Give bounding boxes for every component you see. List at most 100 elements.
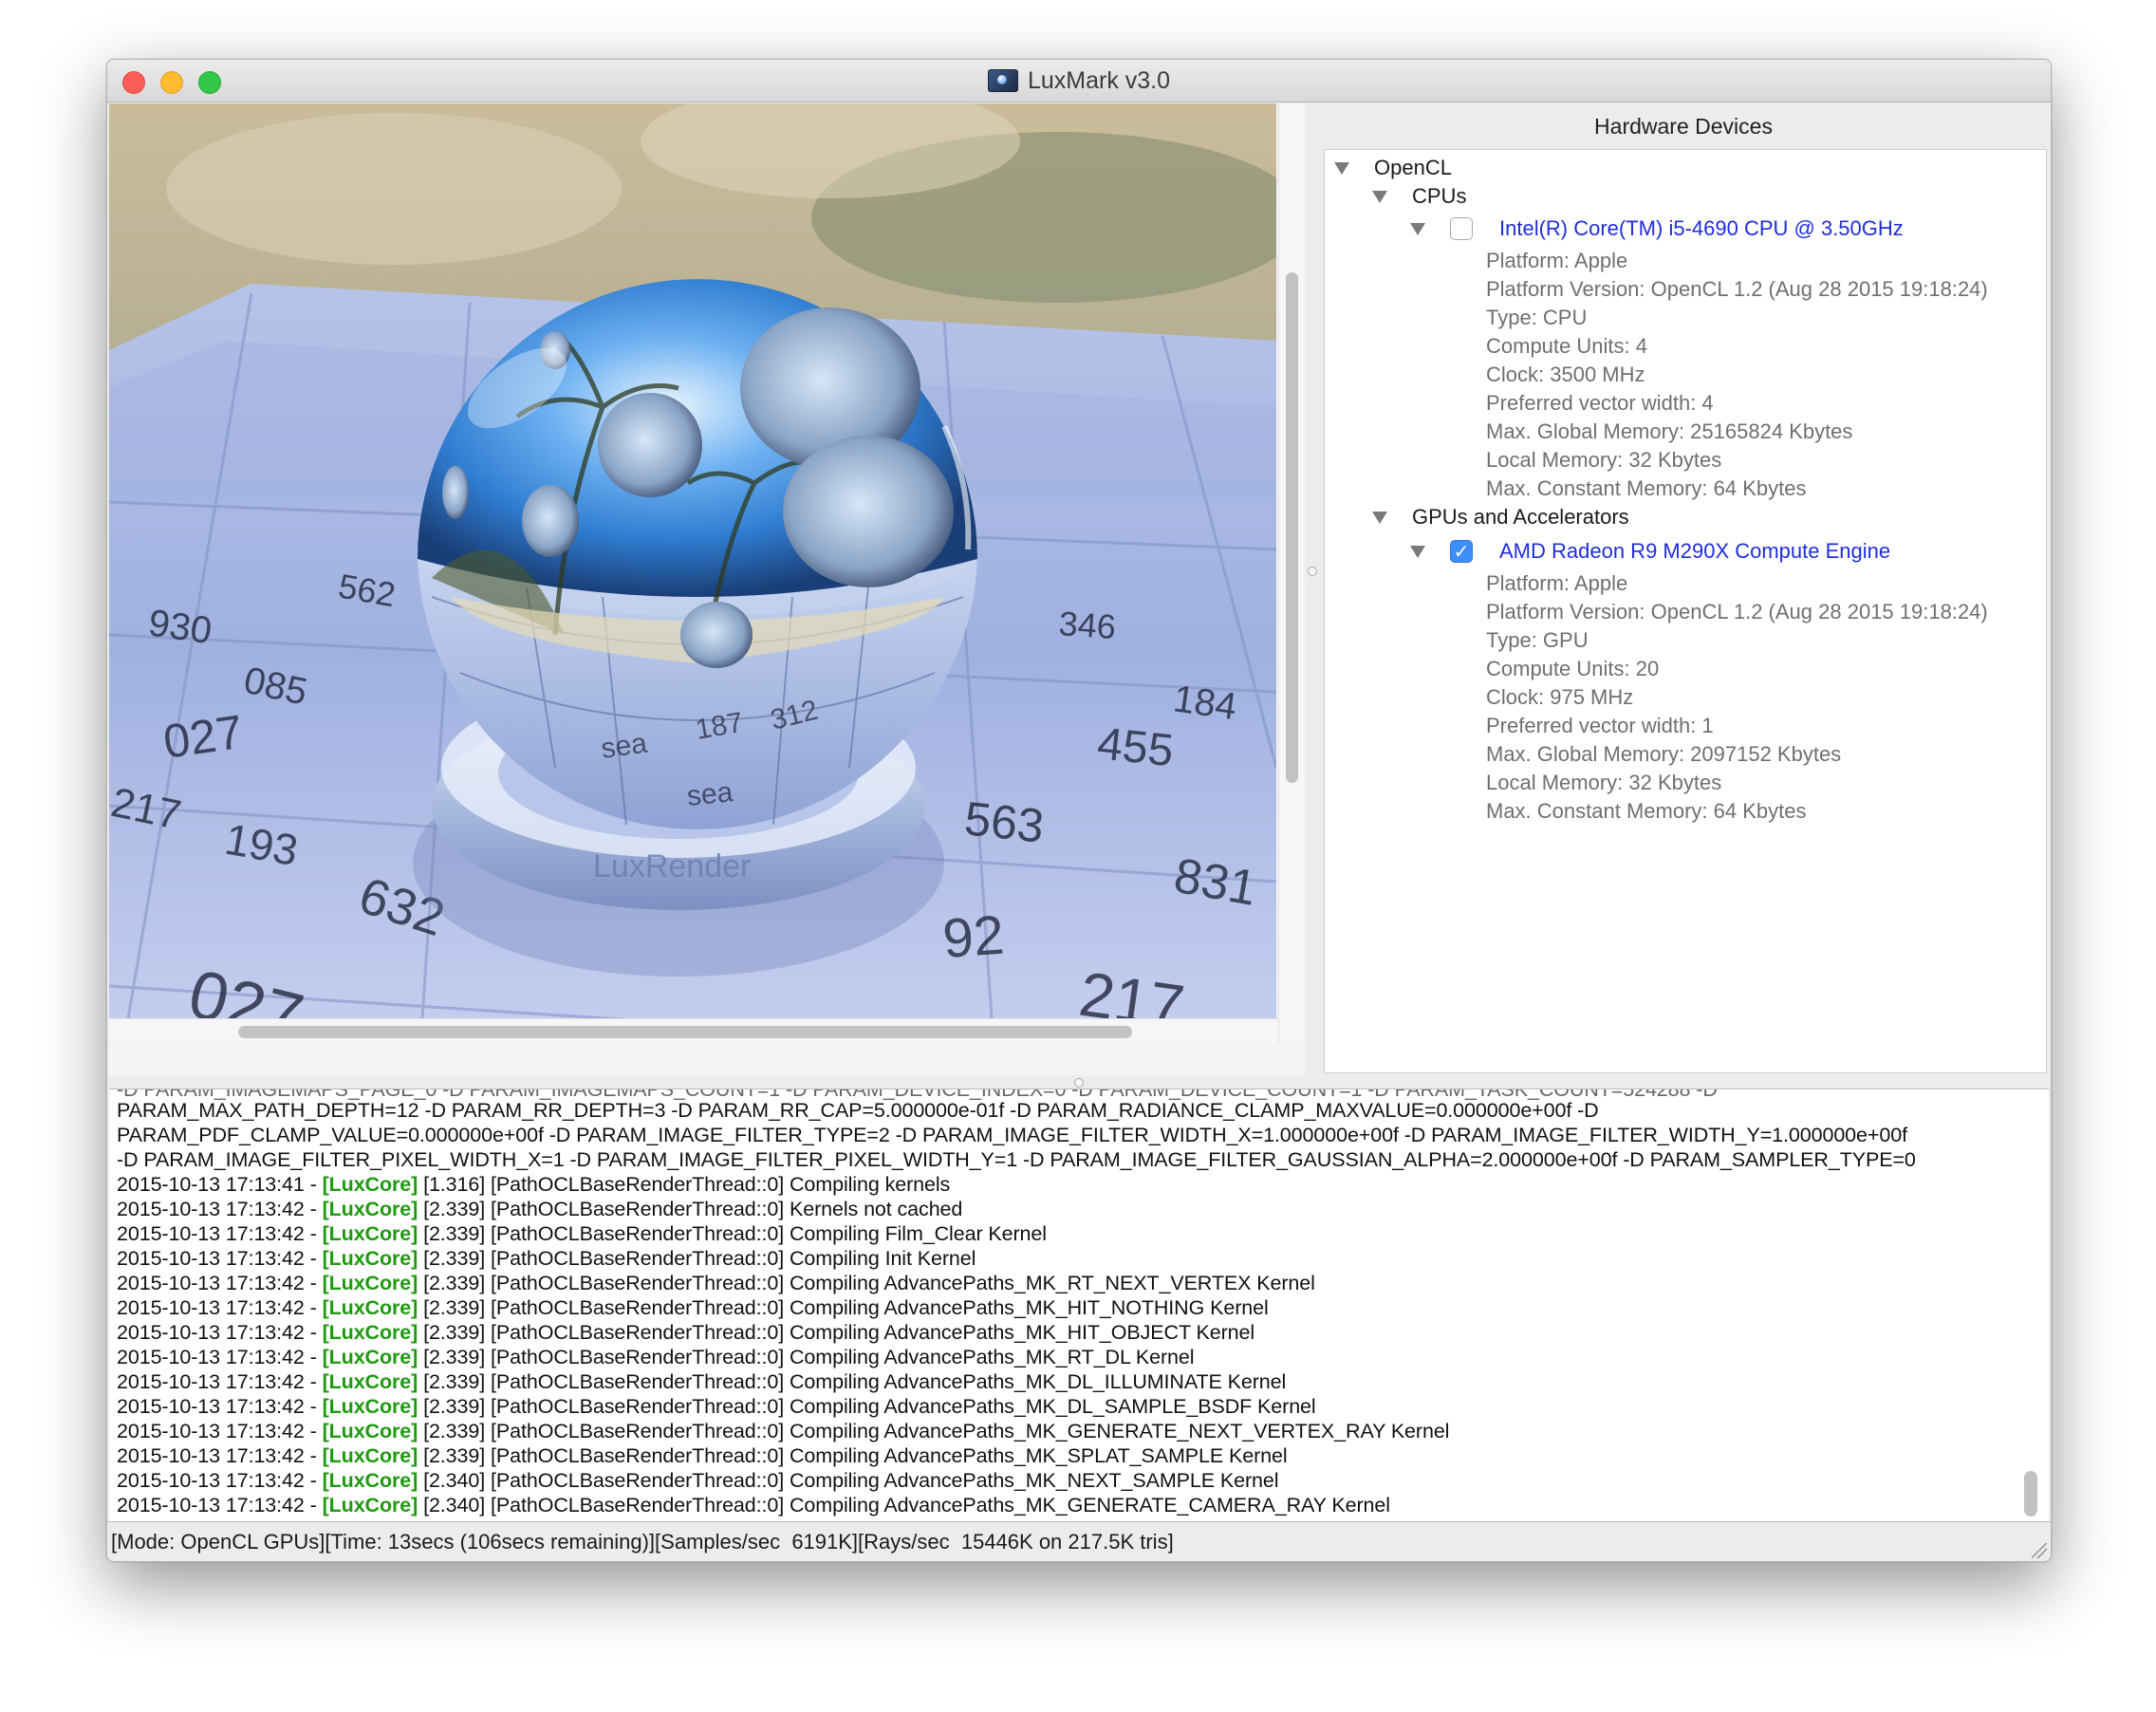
log-line: 2015-10-13 17:13:42 - [LuxCore] [2.339] …: [117, 1272, 1315, 1296]
log-line: 2015-10-13 17:13:42 - [LuxCore] [2.339] …: [117, 1444, 1288, 1469]
window-title-area: LuxMark v3.0: [107, 60, 2051, 102]
log-tag: [LuxCore]: [322, 1222, 418, 1245]
render-horizontal-scrollbar[interactable]: [109, 1018, 1278, 1044]
device-property: Type: CPU: [1486, 306, 1588, 329]
floor-number: 184: [1171, 678, 1239, 728]
log-line: -D PARAM_IMAGE_FILTER_PIXEL_WIDTH_X=1 -D…: [117, 1148, 1916, 1171]
log-timestamp: 2015-10-13 17:13:42 -: [117, 1296, 323, 1319]
log-tag: [LuxCore]: [322, 1494, 418, 1517]
device-property: Max. Global Memory: 25165824 Kbytes: [1486, 419, 1853, 443]
tree-node-cpu-device[interactable]: Intel(R) Core(TM) i5-4690 CPU @ 3.50GHz: [1410, 214, 1904, 243]
log-timestamp: 2015-10-13 17:13:42 -: [117, 1469, 323, 1492]
log-line: 2015-10-13 17:13:41 - [LuxCore] [1.316] …: [117, 1173, 950, 1198]
log-timestamp: 2015-10-13 17:13:42 -: [117, 1494, 323, 1517]
log-tag: [LuxCore]: [322, 1420, 418, 1442]
log-line: 2015-10-13 17:13:42 - [LuxCore] [2.339] …: [117, 1198, 962, 1222]
window-title: LuxMark v3.0: [1027, 66, 1171, 94]
log-line: 2015-10-13 17:13:42 - [LuxCore] [2.339] …: [117, 1370, 1286, 1395]
title-bar: LuxMark v3.0: [107, 60, 2051, 102]
tree-node-label: GPUs and Accelerators: [1412, 505, 1629, 529]
horizontal-splitter[interactable]: [107, 1075, 2051, 1089]
log-timestamp: 2015-10-13 17:13:42 -: [117, 1420, 323, 1442]
log-message: [2.339] [PathOCLBaseRenderThread::0] Com…: [418, 1444, 1288, 1467]
sphere-number: sea: [599, 727, 649, 764]
hardware-tree[interactable]: OpenCL CPUs Intel(R) Core(TM) i5-4690 CP…: [1324, 149, 2047, 1073]
log-line: 2015-10-13 17:13:42 - [LuxCore] [2.339] …: [117, 1346, 1195, 1370]
tree-node-gpu-device[interactable]: ✓ AMD Radeon R9 M290X Compute Engine: [1410, 537, 1890, 566]
log-line: 2015-10-13 17:13:42 - [LuxCore] [2.340] …: [117, 1494, 1390, 1518]
device-name[interactable]: Intel(R) Core(TM) i5-4690 CPU @ 3.50GHz: [1499, 216, 1904, 241]
device-property: Max. Global Memory: 2097152 Kbytes: [1486, 742, 1842, 766]
log-message: [2.339] [PathOCLBaseRenderThread::0] Com…: [418, 1321, 1255, 1344]
log-timestamp: 2015-10-13 17:13:42 -: [117, 1272, 323, 1294]
device-property: Local Memory: 32 Kbytes: [1486, 771, 1722, 794]
log-message: [2.339] [PathOCLBaseRenderThread::0] Com…: [418, 1370, 1287, 1393]
log-tag: [LuxCore]: [322, 1395, 418, 1418]
log-message: [2.340] [PathOCLBaseRenderThread::0] Com…: [418, 1494, 1390, 1517]
log-tag: [LuxCore]: [322, 1370, 418, 1393]
device-property: Compute Units: 4: [1486, 334, 1647, 358]
log-line: 2015-10-13 17:13:42 - [LuxCore] [2.339] …: [117, 1222, 1047, 1247]
log-message: [2.339] [PathOCLBaseRenderThread::0] Com…: [418, 1272, 1315, 1294]
device-name[interactable]: AMD Radeon R9 M290X Compute Engine: [1499, 539, 1890, 564]
log-timestamp: 2015-10-13 17:13:42 -: [117, 1395, 323, 1418]
disclosure-triangle-icon[interactable]: [1372, 190, 1387, 203]
base-logo-text: LuxRender: [593, 848, 751, 884]
log-timestamp: 2015-10-13 17:13:42 -: [117, 1321, 323, 1344]
log-timestamp: 2015-10-13 17:13:42 -: [117, 1370, 323, 1393]
render-vertical-scroll-thumb[interactable]: [1286, 272, 1298, 783]
device-property: Platform: Apple: [1486, 249, 1628, 272]
tree-node-label: CPUs: [1412, 184, 1467, 208]
log-timestamp: 2015-10-13 17:13:42 -: [117, 1198, 323, 1220]
splitter-handle-icon[interactable]: [1308, 567, 1317, 576]
device-property: Platform Version: OpenCL 1.2 (Aug 28 201…: [1486, 277, 1988, 301]
log-timestamp: 2015-10-13 17:13:42 -: [117, 1247, 323, 1270]
disclosure-triangle-icon[interactable]: [1410, 222, 1425, 235]
render-horizontal-scroll-thumb[interactable]: [238, 1026, 1132, 1038]
log-message: [2.339] [PathOCLBaseRenderThread::0] Com…: [418, 1420, 1450, 1442]
log-timestamp: 2015-10-13 17:13:42 -: [117, 1222, 323, 1245]
log-tag: [LuxCore]: [322, 1198, 418, 1220]
hardware-devices-panel: Hardware Devices OpenCL CPUs Intel(R) Co…: [1318, 103, 2049, 1075]
log-message: [2.339] [PathOCLBaseRenderThread::0] Com…: [418, 1346, 1195, 1368]
tree-node-gpus[interactable]: GPUs and Accelerators: [1372, 503, 1629, 531]
log-line: 2015-10-13 17:13:42 - [LuxCore] [2.339] …: [117, 1296, 1269, 1321]
log-message: [2.339] [PathOCLBaseRenderThread::0] Com…: [418, 1296, 1269, 1319]
device-checkbox-checked[interactable]: ✓: [1450, 540, 1473, 563]
disclosure-triangle-icon[interactable]: [1410, 545, 1425, 558]
log-timestamp: 2015-10-13 17:13:41 -: [117, 1173, 323, 1196]
splitter-handle-icon[interactable]: [1074, 1078, 1084, 1088]
log-vertical-scroll-thumb[interactable]: [2024, 1471, 2037, 1517]
log-tag: [LuxCore]: [322, 1469, 418, 1492]
hardware-devices-title: Hardware Devices: [1594, 113, 1773, 139]
device-property: Platform: Apple: [1486, 571, 1628, 595]
vertical-splitter[interactable]: [1305, 103, 1318, 1075]
luxmark-app-icon: [987, 69, 1018, 92]
tree-node-opencl[interactable]: OpenCL: [1334, 154, 1452, 182]
floor-number: 930: [146, 602, 214, 652]
device-checkbox[interactable]: [1450, 217, 1473, 240]
log-message: [2.340] [PathOCLBaseRenderThread::0] Com…: [418, 1469, 1279, 1492]
log-tag: [LuxCore]: [322, 1272, 418, 1294]
sphere-number: sea: [685, 776, 734, 812]
device-property: Type: GPU: [1486, 628, 1589, 652]
log-tag: [LuxCore]: [322, 1173, 418, 1196]
render-view[interactable]: 027 193 632 217 455 831 184 027 92 217 9…: [109, 103, 1305, 1075]
resize-grip-icon[interactable]: [2032, 1543, 2047, 1558]
floor-number: 92: [940, 904, 1006, 970]
log-console[interactable]: -D PARAM_IMAGEMAPS_PAGE_0 -D PARAM_IMAGE…: [109, 1089, 2049, 1522]
floor-number: 027: [160, 705, 246, 769]
log-line: 2015-10-13 17:13:42 - [LuxCore] [2.340] …: [117, 1469, 1279, 1494]
log-line: 2015-10-13 17:13:42 - [LuxCore] [2.339] …: [117, 1321, 1255, 1346]
render-vertical-scrollbar[interactable]: [1278, 103, 1304, 1043]
log-tag: [LuxCore]: [322, 1346, 418, 1368]
device-property: Platform Version: OpenCL 1.2 (Aug 28 201…: [1486, 600, 1988, 623]
disclosure-triangle-icon[interactable]: [1372, 511, 1387, 524]
log-message: [2.339] [PathOCLBaseRenderThread::0] Com…: [418, 1395, 1316, 1418]
log-message: [2.339] [PathOCLBaseRenderThread::0] Com…: [418, 1222, 1047, 1245]
log-line: PARAM_PDF_CLAMP_VALUE=0.000000e+00f -D P…: [117, 1124, 1907, 1146]
floor-number: 455: [1095, 718, 1176, 776]
rendered-image: 027 193 632 217 455 831 184 027 92 217 9…: [109, 103, 1276, 1018]
tree-node-cpus[interactable]: CPUs: [1372, 182, 1466, 211]
disclosure-triangle-icon[interactable]: [1334, 161, 1349, 175]
